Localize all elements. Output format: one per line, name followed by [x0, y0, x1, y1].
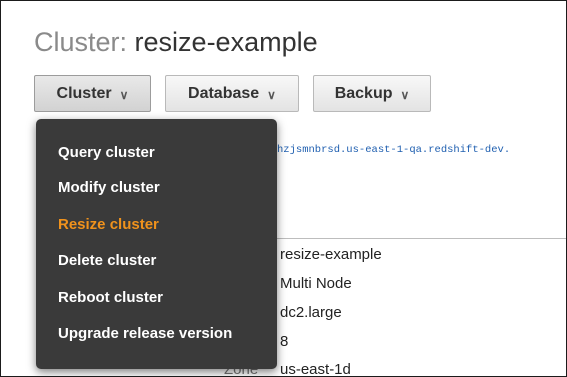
cluster-name-title: resize-example	[134, 27, 318, 57]
chevron-down-icon: ∨	[119, 87, 129, 102]
cluster-actions-label: Cluster	[56, 84, 112, 102]
cluster-name-value: resize-example	[280, 246, 382, 263]
endpoint-link[interactable]: hzjsmnbrsd.us-east-1-qa.redshift-dev.	[277, 144, 510, 156]
console-panel: Cluster: resize-example Cluster ∨ Databa…	[0, 0, 567, 377]
cluster-actions-button[interactable]: Cluster ∨	[34, 75, 151, 112]
backup-actions-label: Backup	[334, 84, 393, 102]
cluster-type-value: Multi Node	[280, 275, 352, 292]
menu-item-modify-cluster[interactable]: Modify cluster	[58, 179, 160, 196]
nodes-value: 8	[280, 333, 289, 350]
menu-item-delete-cluster[interactable]: Delete cluster	[58, 252, 156, 269]
menu-item-reboot-cluster[interactable]: Reboot cluster	[58, 289, 163, 306]
cluster-actions-menu: Query cluster Modify cluster Resize clus…	[36, 119, 277, 369]
zone-value: us-east-1d	[280, 361, 351, 377]
page-title: Cluster: resize-example	[34, 27, 318, 58]
menu-item-upgrade-release-version[interactable]: Upgrade release version	[58, 325, 232, 342]
chevron-down-icon: ∨	[400, 87, 410, 102]
database-actions-label: Database	[188, 84, 260, 102]
menu-item-resize-cluster[interactable]: Resize cluster	[58, 216, 159, 233]
page-title-prefix: Cluster:	[34, 27, 128, 57]
chevron-down-icon: ∨	[267, 87, 276, 102]
database-actions-button[interactable]: Database ∨	[165, 75, 299, 112]
node-type-value: dc2.large	[280, 304, 342, 321]
backup-actions-button[interactable]: Backup ∨	[313, 75, 431, 112]
menu-item-query-cluster[interactable]: Query cluster	[58, 144, 155, 161]
section-divider	[277, 238, 566, 239]
